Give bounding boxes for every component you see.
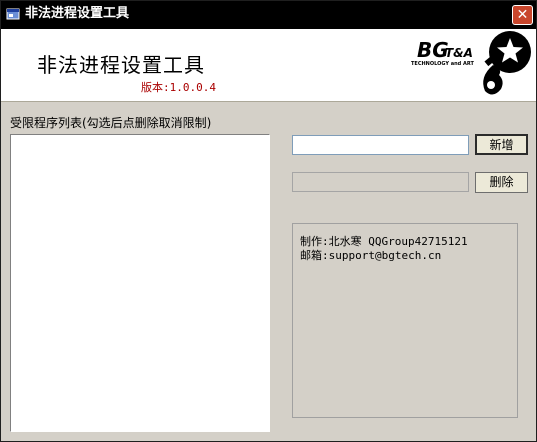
email-line: 邮箱:support@bgtech.cn (300, 249, 442, 262)
bg-star-logo-icon: BG T&A TECHNOLOGY and ART (411, 31, 531, 95)
version-label: 版本:1.0.0.4 (141, 81, 216, 94)
add-button[interactable]: 新增 (475, 134, 528, 155)
logo-suffix-text: T&A (445, 46, 473, 60)
close-button[interactable]: ✕ (512, 5, 533, 25)
info-panel: 制作:北水寒 QQGroup42715121 邮箱:support@bgtech… (292, 223, 518, 418)
logo-tagline-text: TECHNOLOGY and ART (411, 61, 474, 67)
window-title: 非法进程设置工具 (25, 6, 130, 21)
restricted-process-list[interactable] (10, 134, 270, 432)
close-icon: ✕ (516, 7, 529, 23)
header-banner: 非法进程设置工具 版本:1.0.0.4 BG T&A TECHNOLOGY an… (1, 29, 536, 102)
process-name-input[interactable] (292, 135, 469, 155)
disabled-field (292, 172, 469, 192)
logo-main-text: BG (417, 38, 449, 62)
app-window-icon (6, 8, 20, 20)
restricted-list-label: 受限程序列表(勾选后点删除取消限制) (10, 116, 212, 130)
main-window: 非法进程设置工具 ✕ 非法进程设置工具 版本:1.0.0.4 BG T&A TE… (0, 0, 537, 442)
delete-button[interactable]: 删除 (475, 172, 528, 193)
title-bar[interactable]: 非法进程设置工具 ✕ (1, 1, 536, 29)
header-title: 非法进程设置工具 (37, 53, 205, 77)
